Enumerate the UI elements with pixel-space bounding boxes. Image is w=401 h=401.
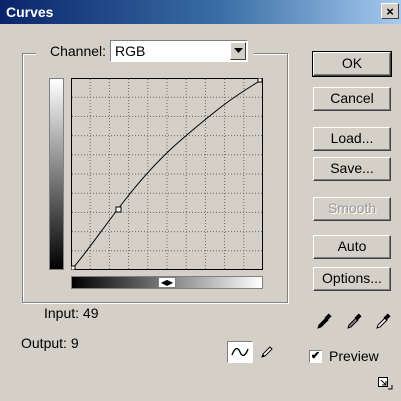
close-button[interactable]: ×: [381, 3, 399, 19]
gray-eyedropper-icon[interactable]: [341, 310, 367, 332]
preview-label: Preview: [329, 348, 379, 364]
curve-endpoint-black[interactable]: [71, 265, 76, 270]
input-value: 49: [82, 305, 99, 321]
channel-select[interactable]: RGB: [110, 40, 249, 62]
title-bar: Curves ×: [0, 0, 401, 24]
output-readout: Output: 9: [21, 335, 79, 351]
save-button[interactable]: Save...: [313, 157, 391, 181]
output-label: Output:: [21, 335, 67, 351]
curve-endpoint-white[interactable]: [257, 78, 263, 83]
cancel-button[interactable]: Cancel: [313, 87, 391, 111]
white-eyedropper-icon[interactable]: [370, 310, 396, 332]
black-eyedropper-icon[interactable]: [311, 310, 337, 332]
ok-button[interactable]: OK: [312, 51, 392, 77]
gradient-toggle-icon[interactable]: ◀▶: [158, 277, 176, 288]
channel-row: Channel: RGB: [36, 39, 255, 63]
curve-graph[interactable]: [71, 78, 263, 270]
input-readout: Input: 49: [44, 305, 99, 321]
channel-label: Channel:: [50, 43, 107, 59]
expand-icon[interactable]: [377, 376, 393, 392]
pencil-tool-icon[interactable]: [254, 341, 280, 363]
preview-checkbox[interactable]: ✔: [309, 350, 322, 363]
input-label: Input:: [44, 305, 80, 321]
options-button[interactable]: Options...: [313, 267, 391, 291]
load-button[interactable]: Load...: [313, 127, 391, 151]
curve-control-point[interactable]: [115, 206, 122, 213]
channel-select-value: RGB: [115, 43, 146, 59]
output-value: 9: [70, 335, 79, 351]
window-title: Curves: [6, 4, 54, 20]
smooth-button[interactable]: Smooth: [313, 197, 391, 221]
curve-tool-icon[interactable]: [227, 341, 253, 363]
auto-button[interactable]: Auto: [313, 235, 391, 259]
input-gradient-bar: ◀▶: [71, 276, 263, 289]
output-gradient-bar: [49, 78, 64, 270]
chevron-down-icon[interactable]: [230, 42, 247, 60]
